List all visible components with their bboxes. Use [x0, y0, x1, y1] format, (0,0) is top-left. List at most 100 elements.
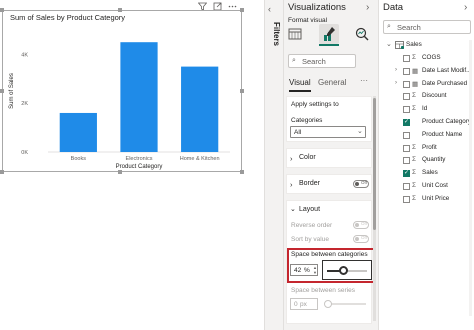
field-name: Profit	[422, 143, 437, 151]
reverse-order-toggle[interactable]: Off	[353, 221, 369, 229]
analytics-icon[interactable]	[355, 27, 369, 41]
border-toggle-label: Off	[361, 180, 367, 185]
sum-icon: Σ	[412, 182, 417, 189]
table-icon	[395, 41, 404, 49]
field-row[interactable]: Σ Profit	[380, 143, 474, 155]
field-row[interactable]: Σ Unit Price	[380, 194, 474, 206]
border-toggle[interactable]: Off	[353, 180, 369, 188]
field-row[interactable]: Σ Id	[380, 104, 474, 116]
bar[interactable]	[181, 66, 219, 152]
y-tick-label: 4K	[21, 52, 28, 58]
chart-plot: 0K 2K 4K Sum of Sales Books Electronics Home &…	[9, 42, 230, 170]
build-visual-icon[interactable]	[288, 27, 302, 41]
data-search-placeholder: Search	[397, 23, 421, 32]
field-row[interactable]: Σ Quantity	[380, 155, 474, 167]
sort-by-value-toggle[interactable]: Off	[353, 235, 369, 243]
field-checkbox[interactable]	[403, 80, 410, 88]
apply-settings-label: Apply settings to	[291, 101, 339, 108]
space-categories-unit: %	[304, 267, 310, 274]
space-categories-input[interactable]: 42 % ▲ ▼	[290, 264, 318, 276]
space-series-value: 0	[294, 301, 298, 308]
table-name: Sales	[406, 41, 422, 48]
field-row[interactable]: › ▦ Date Last Modif...	[380, 66, 474, 78]
space-categories-slider[interactable]	[322, 260, 372, 280]
sum-icon: Σ	[412, 105, 417, 113]
field-row[interactable]: Σ COGS	[380, 53, 474, 65]
sum-icon: Σ	[412, 194, 417, 202]
field-checkbox[interactable]	[403, 93, 410, 101]
categories-dropdown[interactable]: All ⌄	[290, 126, 366, 138]
toggle-knob	[355, 182, 359, 186]
tab-visual[interactable]: Visual	[289, 78, 311, 87]
resize-handle-bottom-right[interactable]	[240, 170, 244, 174]
x-axis-label: Product Category	[116, 164, 163, 170]
field-checkbox[interactable]	[403, 195, 410, 203]
data-pane-title: Data	[383, 2, 404, 13]
field-checkbox[interactable]	[403, 169, 410, 178]
sort-by-value-label: Sort by value	[291, 236, 329, 243]
sum-icon: Σ	[412, 169, 417, 177]
field-checkbox[interactable]	[403, 67, 410, 75]
resize-handle-bottom[interactable]	[118, 170, 122, 174]
field-checkbox[interactable]	[403, 131, 410, 139]
space-series-slider[interactable]	[322, 299, 372, 309]
visualizations-search-input[interactable]: ⌕ Search	[288, 54, 356, 68]
bar[interactable]	[120, 42, 158, 153]
field-checkbox[interactable]	[403, 118, 410, 126]
sum-icon: Σ	[412, 54, 417, 61]
resize-handle-right[interactable]	[240, 89, 244, 93]
space-between-series-label: Space between series	[291, 287, 355, 294]
bar[interactable]	[59, 112, 97, 152]
visualizations-scrollbar-thumb[interactable]	[373, 98, 376, 230]
format-visual-label: Format visual	[288, 17, 328, 24]
chevron-right-icon[interactable]: ›	[395, 67, 397, 73]
y-axis-label: Sum of Sales	[9, 73, 15, 109]
filters-pane-label[interactable]: Filters	[267, 22, 281, 66]
tab-visual-underline	[289, 90, 311, 92]
field-row[interactable]: Σ Discount	[380, 91, 474, 103]
chevron-right-icon[interactable]: ›	[395, 80, 397, 86]
resize-handle-bottom-left[interactable]	[0, 170, 4, 174]
layout-section-title[interactable]: Layout	[299, 206, 320, 213]
field-row[interactable]: Σ Sales	[380, 168, 474, 180]
field-row[interactable]: Σ Unit Cost	[380, 181, 474, 193]
format-visual-icon[interactable]	[319, 24, 339, 44]
y-tick-label: 2K	[21, 101, 28, 107]
field-row[interactable]: Product Category	[380, 117, 474, 129]
chart-title: Sum of Sales by Product Category	[10, 13, 126, 22]
field-checkbox[interactable]	[403, 55, 410, 62]
expand-chevron-icon[interactable]: ‹	[268, 4, 271, 14]
space-between-categories-label: Space between categories	[291, 251, 368, 258]
slider-thumb[interactable]	[338, 266, 348, 275]
field-name: Quantity	[422, 156, 446, 164]
resize-handle-top[interactable]	[118, 8, 122, 12]
field-checkbox[interactable]	[403, 106, 410, 114]
chevron-right-icon: ›	[290, 180, 293, 189]
space-series-input[interactable]: 0 px	[290, 298, 318, 310]
tab-more-options[interactable]: ···	[360, 76, 368, 85]
x-tick-label: Home & Kitchen	[180, 156, 220, 162]
resize-handle-top-left[interactable]	[0, 8, 4, 12]
stepper-icon[interactable]: ▲ ▼	[313, 265, 317, 275]
chevron-down-icon[interactable]: ⌄	[290, 205, 296, 213]
tab-general[interactable]: General	[318, 78, 346, 87]
calendar-icon: ▦	[412, 80, 419, 88]
visualizations-title: Visualizations	[288, 2, 346, 13]
slider-thumb[interactable]	[324, 300, 332, 308]
data-search-input[interactable]: ⌕ Search	[383, 20, 471, 34]
collapse-chevron-icon[interactable]: ›	[366, 2, 369, 13]
field-checkbox[interactable]	[403, 183, 410, 190]
y-tick-label: 0K	[21, 150, 28, 156]
field-row[interactable]: Product Name	[380, 130, 474, 142]
resize-handle-top-right[interactable]	[240, 8, 244, 12]
field-name: Sales	[422, 169, 438, 177]
chevron-down-icon[interactable]: ⌄	[386, 40, 392, 48]
toggle-knob	[355, 223, 359, 227]
field-checkbox[interactable]	[403, 157, 410, 165]
table-row-sales[interactable]: ⌄ Sales	[380, 40, 474, 52]
chevron-down-icon: ⌄	[357, 128, 363, 135]
collapse-chevron-icon[interactable]: ›	[464, 2, 467, 13]
data-scrollbar[interactable]	[469, 40, 472, 316]
field-checkbox[interactable]	[403, 144, 410, 152]
field-row[interactable]: › ▦ Date Purchased	[380, 79, 474, 91]
